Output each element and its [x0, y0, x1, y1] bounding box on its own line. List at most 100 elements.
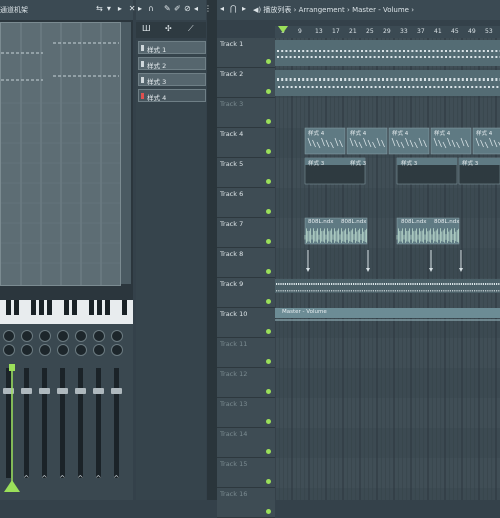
note-dot: [296, 290, 297, 292]
paint-icon[interactable]: ✐: [174, 4, 181, 13]
swap-icon[interactable]: ⇆: [96, 4, 105, 13]
track-enable-led[interactable]: [266, 239, 271, 244]
pencil-tool-icon[interactable]: ✎: [164, 4, 171, 13]
track-enable-led[interactable]: [266, 89, 271, 94]
pattern-item[interactable]: 样式 3: [138, 73, 206, 86]
track-enable-led[interactable]: [266, 299, 271, 304]
track-enable-led[interactable]: [266, 419, 271, 424]
track-header[interactable]: Track 3: [217, 98, 275, 128]
note-dot: [276, 283, 277, 285]
track-enable-led[interactable]: [266, 479, 271, 484]
track-header[interactable]: Track 9: [217, 278, 275, 308]
note-dot: [294, 56, 296, 58]
pencil-icon[interactable]: ⟋: [188, 24, 194, 34]
chevron-right-icon[interactable]: ▸: [118, 4, 127, 13]
note-dot: [494, 283, 495, 285]
arrow-icon[interactable]: ▸: [138, 4, 142, 13]
caret-up-icon[interactable]: ^: [59, 474, 66, 483]
magnet-icon[interactable]: ⋂: [230, 4, 237, 13]
pattern-clip[interactable]: [275, 70, 500, 96]
track-enable-led[interactable]: [266, 149, 271, 154]
caret-up-icon[interactable]: ^: [77, 474, 84, 483]
mixer-strip[interactable]: ^: [90, 328, 108, 496]
note-dot: [453, 50, 455, 52]
pattern-item[interactable]: 样式 2: [138, 57, 206, 70]
channel-rack-title: 通道机架: [0, 5, 28, 15]
track-header[interactable]: Track 1: [217, 38, 275, 68]
track-header[interactable]: Track 2: [217, 68, 275, 98]
note-dot: [375, 86, 377, 88]
delete-icon[interactable]: ⊘: [184, 4, 191, 13]
arrow-left-icon[interactable]: ◂: [220, 4, 224, 13]
move-icon[interactable]: ✣: [165, 24, 172, 33]
pattern-item-selected[interactable]: 样式 4: [138, 89, 206, 102]
track-header[interactable]: Track 13: [217, 398, 275, 428]
caret-up-icon[interactable]: ^: [113, 474, 120, 483]
track-enable-led[interactable]: [266, 449, 271, 454]
track-header[interactable]: Track 8: [217, 248, 275, 278]
note-dot: [377, 290, 378, 292]
note-dot: [379, 86, 381, 88]
track-header[interactable]: Track 11: [217, 338, 275, 368]
playhead-marker[interactable]: [278, 26, 288, 33]
track-header[interactable]: Track 15: [217, 458, 275, 488]
piano-keyboard[interactable]: [0, 300, 133, 324]
caret-up-icon[interactable]: ^: [95, 474, 102, 483]
caret-up-icon[interactable]: ^: [23, 474, 30, 483]
mixer-strip[interactable]: ^: [18, 328, 36, 496]
caret-up-icon[interactable]: ^: [41, 474, 48, 483]
breadcrumb-item[interactable]: 播放列表: [263, 6, 291, 14]
slice-icon[interactable]: ⋮: [204, 4, 212, 13]
track-header[interactable]: Track 7: [217, 218, 275, 248]
menu-icon[interactable]: ▸: [242, 4, 246, 13]
rack-scrollbar[interactable]: [121, 22, 131, 284]
track-enable-led[interactable]: [266, 179, 271, 184]
track-header[interactable]: Track 10: [217, 308, 275, 338]
playlist-grid[interactable]: 样式 4 样式 4 样式 4 样式 4 样式 4 样式 3 样式 3 样式 3 …: [275, 38, 500, 500]
mixer-strip[interactable]: ^: [36, 328, 54, 496]
track-header[interactable]: Track 5: [217, 158, 275, 188]
note-dot: [406, 283, 407, 285]
note-dot: [349, 290, 350, 292]
track-enable-led[interactable]: [266, 269, 271, 274]
breadcrumb-item[interactable]: Volume: [383, 6, 409, 14]
track-enable-led[interactable]: [266, 509, 271, 514]
track-header[interactable]: Track 12: [217, 368, 275, 398]
track-enable-led[interactable]: [266, 119, 271, 124]
mixer-strip[interactable]: ^: [72, 328, 90, 496]
breadcrumb-item[interactable]: Master: [352, 6, 376, 14]
track-header[interactable]: Track 4: [217, 128, 275, 158]
track-enable-led[interactable]: [266, 59, 271, 64]
note-dot: [377, 283, 378, 285]
note-dot: [384, 283, 385, 285]
track-header[interactable]: Track 14: [217, 428, 275, 458]
track-header[interactable]: Track 6: [217, 188, 275, 218]
note-dot: [420, 50, 422, 52]
track-header[interactable]: Track 16: [217, 488, 275, 518]
note-dot: [369, 56, 371, 58]
note-dot: [466, 56, 468, 58]
note-dot: [323, 78, 325, 81]
piano-roll-icon[interactable]: Ш: [142, 24, 151, 33]
breadcrumb-item[interactable]: Arrangement: [299, 6, 345, 14]
track-enable-led[interactable]: [266, 359, 271, 364]
piano-roll-preview[interactable]: [0, 22, 121, 286]
mixer-strip[interactable]: ^: [54, 328, 72, 496]
pattern-clip[interactable]: [275, 40, 500, 66]
note-dot: [298, 283, 299, 285]
clip-label: 样式 4: [434, 129, 450, 137]
mixer-strip[interactable]: ^: [108, 328, 126, 496]
note-dot: [351, 283, 352, 285]
pattern-item[interactable]: 样式 1: [138, 41, 206, 54]
magnet-tool-icon[interactable]: ∩: [148, 4, 154, 13]
note-dot: [294, 50, 296, 52]
note-dot: [290, 56, 292, 58]
track-enable-led[interactable]: [266, 389, 271, 394]
speaker-icon[interactable]: ◀): [253, 6, 263, 14]
track-enable-led[interactable]: [266, 329, 271, 334]
chevron-down-icon[interactable]: ▾: [107, 4, 116, 13]
note-dot: [312, 86, 314, 88]
track-enable-led[interactable]: [266, 209, 271, 214]
mute-icon[interactable]: ◂: [194, 4, 198, 13]
note-dot: [277, 56, 279, 58]
